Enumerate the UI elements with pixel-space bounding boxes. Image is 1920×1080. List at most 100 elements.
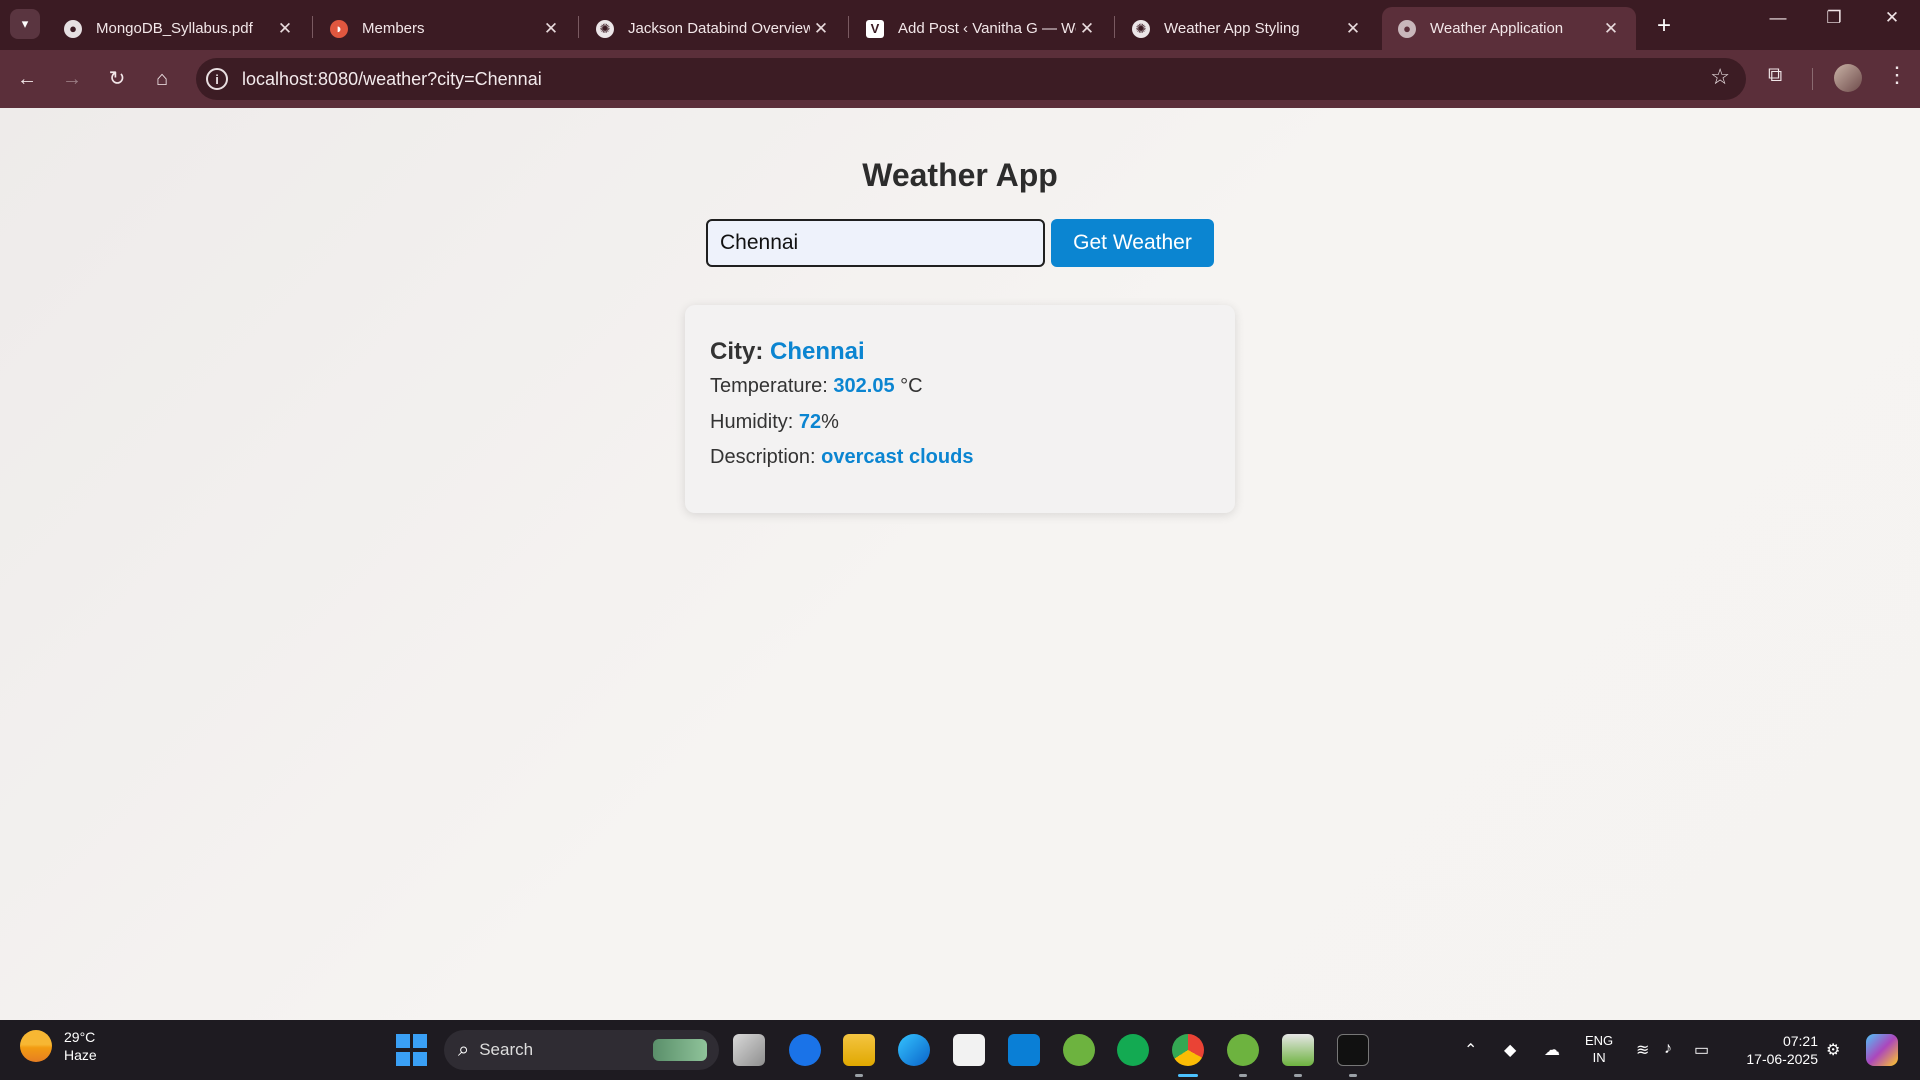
chevron-up-icon[interactable]: ⌃ — [1464, 1040, 1477, 1060]
weather-desc: Haze — [64, 1047, 97, 1063]
tab-title: Jackson Databind Overview — [628, 20, 810, 37]
spring-tools-icon[interactable] — [1063, 1034, 1095, 1066]
humidity-value: 72 — [798, 411, 822, 433]
temperature-unit: °C — [900, 375, 923, 397]
system-clock[interactable]: 07:21 17-06-2025 — [1738, 1032, 1818, 1068]
tab-title: Weather App Styling — [1164, 20, 1300, 37]
page-content: Weather App Get Weather City: Chennai Te… — [0, 108, 1920, 1020]
task-view-icon[interactable] — [733, 1034, 765, 1066]
wordpress-icon: V — [866, 19, 884, 38]
site-info-icon[interactable]: i — [206, 68, 228, 90]
restore-icon[interactable]: ❐ — [1814, 8, 1854, 28]
running-indicator — [1239, 1074, 1247, 1077]
browser-tabstrip: ▾ ● MongoDB_Syllabus.pdf ✕ ◗ Members ✕ ✺… — [0, 0, 1920, 50]
new-tab-icon[interactable]: + — [1652, 12, 1676, 40]
weather-widget[interactable]: 29°C Haze — [20, 1028, 97, 1064]
clock-date: 17-06-2025 — [1746, 1051, 1818, 1067]
forward-arrow-icon[interactable]: → — [57, 64, 87, 94]
browser-toolbar: ← → ↻ ⌂ i localhost:8080/weather?city=Ch… — [0, 50, 1920, 108]
city-row: City: Chennai — [710, 338, 865, 366]
city-input[interactable] — [706, 219, 1045, 267]
bookmark-star-icon[interactable]: ☆ — [1710, 64, 1730, 90]
taskbar-search[interactable]: ⌕ Search — [444, 1030, 719, 1070]
humidity-label: Humidity: — [710, 411, 794, 433]
search-icon: ⌕ — [458, 1038, 470, 1061]
mysql-workbench-icon[interactable] — [1008, 1034, 1040, 1066]
notepad-icon[interactable] — [1282, 1034, 1314, 1066]
close-icon[interactable]: ✕ — [1342, 19, 1364, 39]
close-icon[interactable]: ✕ — [810, 19, 832, 39]
tab-jackson-databind[interactable]: ✺ Jackson Databind Overview ✕ — [580, 7, 846, 50]
city-label: City: — [710, 338, 764, 365]
weather-result-card: City: Chennai Temperature: 302.05 °C Hum… — [685, 305, 1235, 513]
running-indicator — [1349, 1074, 1357, 1077]
tab-title: MongoDB_Syllabus.pdf — [96, 20, 253, 37]
dropbox-icon[interactable]: ◆ — [1504, 1040, 1516, 1060]
terminal-icon[interactable] — [1337, 1034, 1369, 1066]
tab-divider — [1114, 16, 1115, 38]
home-icon[interactable]: ⌂ — [147, 64, 177, 94]
store-icon[interactable] — [953, 1034, 985, 1066]
tab-divider — [312, 16, 313, 38]
city-value: Chennai — [770, 338, 865, 365]
close-icon[interactable]: ✕ — [1600, 19, 1622, 39]
globe-icon: ● — [1398, 19, 1416, 38]
menu-dots-icon[interactable]: ⋮ — [1886, 62, 1908, 88]
sun-haze-icon — [20, 1030, 52, 1062]
address-url[interactable]: localhost:8080/weather?city=Chennai — [242, 69, 542, 90]
minimize-icon[interactable]: — — [1758, 8, 1798, 28]
chatgpt-icon: ✺ — [596, 19, 614, 38]
chatgpt-icon: ✺ — [1132, 19, 1150, 38]
back-arrow-icon[interactable]: ← — [12, 64, 42, 94]
copilot-icon[interactable] — [1866, 1034, 1898, 1066]
profile-avatar[interactable] — [1834, 64, 1862, 92]
file-explorer-icon[interactable] — [843, 1034, 875, 1066]
tab-search-button[interactable]: ▾ — [10, 9, 40, 39]
active-indicator — [1178, 1074, 1198, 1077]
globe-icon: ● — [64, 19, 82, 38]
lang-line2: IN — [1592, 1050, 1606, 1065]
close-icon[interactable]: ✕ — [540, 19, 562, 39]
notification-icon[interactable]: ⚙ — [1826, 1040, 1840, 1060]
window-close-icon[interactable]: ✕ — [1872, 8, 1912, 28]
members-icon: ◗ — [330, 19, 348, 38]
tab-weather-app-styling[interactable]: ✺ Weather App Styling ✕ — [1116, 7, 1378, 50]
taskbar: 29°C Haze ⌕ Search ⌃ ◆ ☁ ENG IN ≋ ♪ ▭ 07… — [0, 1020, 1920, 1080]
clock-time: 07:21 — [1782, 1033, 1818, 1049]
tab-title: Members — [362, 20, 425, 37]
help-icon[interactable] — [789, 1034, 821, 1066]
description-row: Description: overcast clouds — [710, 446, 973, 469]
tab-divider — [848, 16, 849, 38]
tab-mongodb-syllabus[interactable]: ● MongoDB_Syllabus.pdf ✕ — [48, 7, 310, 50]
onedrive-icon[interactable]: ☁ — [1544, 1040, 1560, 1060]
windows-start-icon[interactable] — [396, 1034, 428, 1066]
search-label: Search — [479, 1040, 534, 1059]
search-highlight-image — [653, 1039, 707, 1061]
extensions-icon[interactable]: ⧉ — [1768, 64, 1782, 87]
tab-add-post[interactable]: V Add Post ‹ Vanitha G — WordPress ✕ — [850, 7, 1112, 50]
running-indicator — [1294, 1074, 1302, 1077]
close-icon[interactable]: ✕ — [274, 19, 296, 39]
tab-title: Add Post ‹ Vanitha G — WordPress — [898, 20, 1076, 37]
spring-boot-icon[interactable] — [1227, 1034, 1259, 1066]
temperature-row: Temperature: 302.05 °C — [710, 375, 923, 398]
reload-icon[interactable]: ↻ — [102, 64, 132, 94]
wifi-icon[interactable]: ≋ — [1636, 1040, 1649, 1060]
tab-weather-application[interactable]: ● Weather Application ✕ — [1382, 7, 1636, 50]
mongodb-compass-icon[interactable] — [1117, 1034, 1149, 1066]
running-indicator — [855, 1074, 863, 1077]
description-label: Description: — [710, 446, 816, 468]
address-bar[interactable]: i localhost:8080/weather?city=Chennai ☆ — [196, 58, 1746, 100]
page-title: Weather App — [862, 157, 1058, 193]
close-icon[interactable]: ✕ — [1076, 19, 1098, 39]
volume-icon[interactable]: ♪ — [1664, 1040, 1672, 1058]
edge-icon[interactable] — [898, 1034, 930, 1066]
get-weather-button[interactable]: Get Weather — [1051, 219, 1214, 267]
tab-members[interactable]: ◗ Members ✕ — [314, 7, 576, 50]
weather-temp: 29°C — [64, 1029, 96, 1045]
temperature-value: 302.05 — [833, 375, 895, 397]
language-indicator[interactable]: ENG IN — [1585, 1032, 1613, 1066]
battery-icon[interactable]: ▭ — [1694, 1040, 1709, 1060]
description-value: overcast clouds — [821, 446, 974, 468]
chrome-icon[interactable] — [1172, 1034, 1204, 1066]
